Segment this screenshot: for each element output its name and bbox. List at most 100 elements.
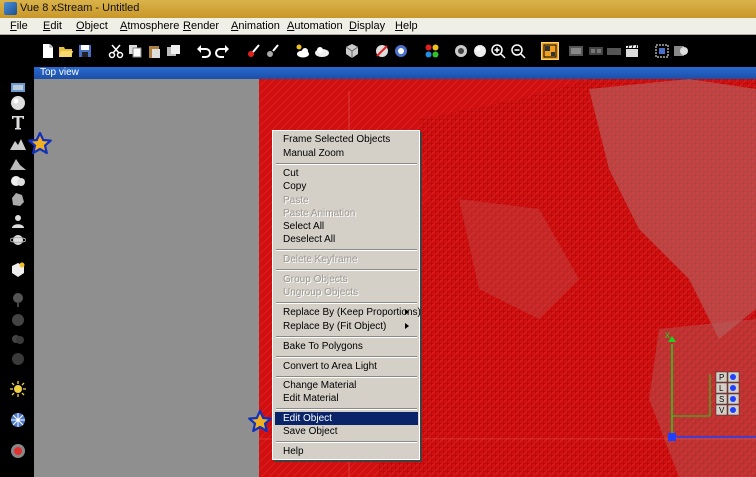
copy-icon[interactable] [127, 43, 143, 59]
open-file-icon[interactable] [58, 43, 74, 59]
menu-item-replace-keep-proportions[interactable]: Replace By (Keep Proportions) [283, 306, 421, 319]
atmosphere-icon[interactable] [314, 43, 330, 59]
rock-object-icon[interactable] [10, 191, 26, 207]
menu-item-help[interactable]: Help [283, 445, 413, 458]
window-title: Vue 8 xStream - Untitled [20, 2, 140, 14]
menu-item-select-all[interactable]: Select All [283, 220, 413, 233]
menu-item-copy[interactable]: Copy [283, 180, 413, 193]
undo-icon[interactable] [196, 43, 212, 59]
save-icon[interactable] [77, 43, 93, 59]
four-views-icon[interactable] [541, 42, 559, 60]
shrub-object-icon[interactable] [10, 331, 26, 347]
menu-separator [276, 163, 417, 165]
menu-item-convert-to-area-light[interactable]: Convert to Area Light [283, 360, 413, 373]
zoom-out-icon[interactable] [510, 43, 526, 59]
menu-separator [276, 441, 417, 443]
menu-file[interactable]: File [10, 20, 28, 32]
wide-view-icon[interactable] [606, 43, 622, 59]
object-context-menu: Frame Selected Objects Manual Zoom Cut C… [272, 130, 421, 460]
annotation-star-icon [28, 132, 52, 156]
menu-item-manual-zoom[interactable]: Manual Zoom [283, 147, 413, 160]
viewport-background [34, 79, 259, 477]
menu-item-deselect-all[interactable]: Deselect All [283, 233, 413, 246]
menu-item-save-object[interactable]: Save Object [283, 425, 413, 438]
menu-separator [276, 356, 417, 358]
camera-icon[interactable] [454, 43, 470, 59]
menu-atmosphere[interactable]: Atmosphere [120, 20, 179, 32]
menu-separator [276, 336, 417, 338]
menu-item-frame-selected-objects[interactable]: Frame Selected Objects [283, 133, 413, 146]
submenu-arrow-icon [405, 323, 409, 329]
unlink-objects-icon[interactable] [265, 43, 281, 59]
zoom-in-icon[interactable] [490, 43, 506, 59]
duplicate-icon[interactable] [166, 43, 182, 59]
render-icon[interactable] [374, 43, 390, 59]
gizmo-label-p: P [719, 373, 724, 382]
menu-animation[interactable]: Animation [231, 20, 280, 32]
plant-object-icon[interactable] [10, 292, 26, 308]
panel-view-icon[interactable] [588, 43, 604, 59]
menu-item-delete-keyframe: Delete Keyframe [283, 254, 358, 265]
metablob-object-icon[interactable] [10, 412, 26, 428]
frame-icon[interactable] [654, 43, 670, 59]
import-object-icon[interactable] [10, 262, 26, 278]
menu-separator [276, 302, 417, 304]
clapperboard-icon[interactable] [624, 43, 640, 59]
single-view-icon[interactable] [568, 43, 584, 59]
menu-separator [276, 408, 417, 410]
title-bar: Vue 8 xStream - Untitled [0, 0, 756, 18]
ecosystem-object-icon[interactable] [10, 350, 26, 366]
planet-object-icon[interactable] [10, 232, 26, 248]
annotation-star-icon [248, 410, 272, 434]
new-file-icon[interactable] [40, 43, 56, 59]
render-area-icon[interactable] [393, 43, 409, 59]
menu-help[interactable]: Help [395, 20, 418, 32]
redo-icon[interactable] [214, 43, 230, 59]
main-toolbar [0, 35, 756, 67]
menu-item-change-material[interactable]: Change Material [283, 379, 413, 392]
gizmo-label-l: L [719, 384, 724, 393]
color-palette-icon[interactable] [424, 43, 440, 59]
menu-separator [276, 376, 417, 378]
record-icon[interactable] [10, 443, 26, 459]
menu-item-replace-fit-object[interactable]: Replace By (Fit Object) [283, 320, 413, 333]
menu-edit[interactable]: Edit [43, 20, 62, 32]
transform-gizmo[interactable]: x P L S V [660, 330, 756, 477]
menu-item-bake-to-polygons[interactable]: Bake To Polygons [283, 340, 413, 353]
viewport-title: Top view [34, 67, 756, 79]
cloud-object-icon[interactable] [10, 173, 26, 189]
menu-item-paste-animation: Paste Animation [283, 208, 356, 219]
menu-item-edit-object[interactable]: Edit Object [275, 412, 418, 425]
light-object-icon[interactable] [10, 381, 26, 397]
menu-item-cut[interactable]: Cut [283, 167, 413, 180]
gizmo-label-v: V [719, 406, 725, 415]
menu-display[interactable]: Display [349, 20, 385, 32]
menu-item-group-objects: Group Objects [283, 274, 348, 285]
cut-icon[interactable] [108, 43, 124, 59]
mountain-object-icon[interactable] [10, 155, 26, 171]
svg-text:x: x [665, 330, 670, 341]
paste-icon[interactable] [146, 43, 162, 59]
character-object-icon[interactable] [10, 213, 26, 229]
sphere-object-icon[interactable] [10, 95, 26, 111]
object-tool-strip [0, 67, 34, 477]
object-properties-icon[interactable] [344, 43, 360, 59]
menu-object[interactable]: Object [76, 20, 108, 32]
menu-item-edit-material[interactable]: Edit Material [283, 392, 413, 405]
menu-render[interactable]: Render [183, 20, 219, 32]
text-object-icon[interactable] [10, 114, 26, 130]
link-objects-icon[interactable] [246, 43, 262, 59]
clouds-icon[interactable] [295, 43, 311, 59]
material-editor-icon[interactable] [673, 43, 689, 59]
camera-object-icon[interactable] [10, 79, 26, 95]
vue-app-icon [4, 2, 17, 15]
tree-object-icon[interactable] [10, 313, 26, 329]
gizmo-label-s: S [719, 395, 724, 404]
menu-automation[interactable]: Automation [287, 20, 343, 32]
menu-item-ungroup-objects: Ungroup Objects [283, 287, 359, 298]
menu-bar: File Edit Object Atmosphere Render Anima… [0, 18, 756, 35]
menu-separator [276, 249, 417, 251]
terrain-object-icon[interactable] [10, 135, 26, 151]
menu-separator [276, 269, 417, 271]
sphere-view-icon[interactable] [472, 43, 488, 59]
